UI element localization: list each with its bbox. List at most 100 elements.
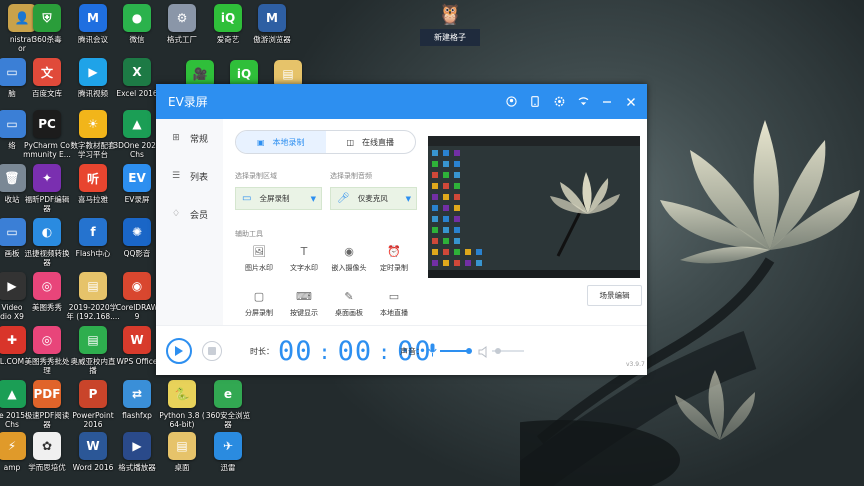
stop-record-button[interactable] xyxy=(202,341,222,361)
play-icon xyxy=(175,346,183,356)
stop-icon xyxy=(208,347,216,355)
app-icon: ⚙ xyxy=(168,4,196,32)
app-icon: PDF xyxy=(33,380,61,408)
volume-label: 声音： xyxy=(400,347,424,356)
area-select[interactable]: ▭ 全屏录制 ▼ xyxy=(235,187,322,210)
phone-icon[interactable] xyxy=(527,94,543,110)
embed-camera-icon: ◉ xyxy=(344,244,354,258)
desktop-icon-label: 360安全浏览 器 xyxy=(205,411,251,429)
tool-label: 桌面画板 xyxy=(335,309,363,317)
tools-label: 辅助工具 xyxy=(235,230,263,238)
sidebar-item-label: 会员 xyxy=(190,210,209,221)
close-icon[interactable] xyxy=(623,94,639,110)
sidebar-item-label: 常规 xyxy=(190,134,209,145)
desktop-icon[interactable]: ✈ 迅雷 xyxy=(198,432,258,486)
version-label: v3.9.7 xyxy=(626,361,645,368)
app-icon: ◐ xyxy=(33,218,61,246)
app-icon: e xyxy=(214,380,242,408)
app-icon: W xyxy=(79,432,107,460)
app-icon: X xyxy=(123,58,151,86)
app-icon: ✦ xyxy=(33,164,61,192)
app-icon: ◎ xyxy=(33,326,61,354)
start-record-button[interactable] xyxy=(166,338,192,364)
tool-embed-camera[interactable]: ◉ 嵌入摄像头 xyxy=(325,243,373,279)
app-icon: 文 xyxy=(33,58,61,86)
tool-split-screen[interactable]: ▢ 分屏录制 xyxy=(235,288,283,324)
app-icon: 听 xyxy=(79,164,107,192)
text-watermark-icon: T xyxy=(300,244,308,258)
sidebar-item-label: 列表 xyxy=(190,172,209,183)
window-title: EV录屏 xyxy=(168,95,208,109)
desktop-icon[interactable]: e 360安全浏览 器 xyxy=(198,380,258,434)
duration-label: 时长： xyxy=(250,347,274,356)
app-icon: ▲ xyxy=(123,110,151,138)
chevron-down-icon: ▼ xyxy=(405,194,411,203)
title-bar[interactable]: EV录屏 xyxy=(156,84,647,119)
desktop-icon-label: 傲游浏览器 xyxy=(253,35,291,44)
list-icon: ☰ xyxy=(171,171,181,181)
audio-select[interactable]: 🎤︎ 仅麦克风 ▼ xyxy=(330,187,417,210)
area-select-value: 全屏录制 xyxy=(259,194,290,203)
microphone-volume-slider[interactable] xyxy=(440,348,472,354)
owl-icon: 🦉 xyxy=(437,2,463,26)
app-icon: 🐍 xyxy=(168,380,196,408)
sidebar: ⊞ 常规 ☰ 列表 ♢ 会员 xyxy=(156,119,223,325)
speaker-icon[interactable] xyxy=(478,343,489,362)
image-watermark-icon: 🖼 xyxy=(252,244,266,258)
app-icon: ● xyxy=(123,4,151,32)
desktop-icon[interactable]: M 傲游浏览器 xyxy=(242,4,302,58)
sidebar-item-member[interactable]: ♢ 会员 xyxy=(156,195,223,233)
tool-desktop-board[interactable]: ✎ 桌面画板 xyxy=(325,288,373,324)
tool-label: 分屏录制 xyxy=(245,309,273,317)
tool-text-watermark[interactable]: T 文字水印 xyxy=(280,243,328,279)
desktop-icon-new-grid[interactable]: 🦉 新建格子 xyxy=(400,2,500,46)
app-icon: ▤ xyxy=(79,326,107,354)
diamond-icon: ♢ xyxy=(171,209,181,219)
app-icon: PC xyxy=(33,110,61,138)
sidebar-item-list[interactable]: ☰ 列表 xyxy=(156,157,223,195)
app-icon: M xyxy=(79,4,107,32)
tool-label: 文字水印 xyxy=(290,264,318,272)
grid-icon: ⊞ xyxy=(172,133,180,143)
app-icon: W xyxy=(123,326,151,354)
wifi-icon[interactable] xyxy=(575,94,591,110)
tool-label: 嵌入摄像头 xyxy=(331,264,367,272)
app-icon: ◉ xyxy=(123,272,151,300)
key-display-icon: ⌨ xyxy=(296,289,312,303)
desktop-icon-label: 迅雷 xyxy=(220,463,236,472)
tab-local-record[interactable]: ▣ 本地录制 xyxy=(236,131,326,153)
monitor-icon: ▣ xyxy=(256,137,265,147)
microphone-icon: 🎤︎ xyxy=(337,193,350,204)
microphone-icon[interactable] xyxy=(428,342,437,361)
local-live-icon: ▭ xyxy=(388,289,400,303)
screen-preview xyxy=(428,136,640,278)
app-icon: ⇄ xyxy=(123,380,151,408)
tool-image-watermark[interactable]: 🖼 图片水印 xyxy=(235,243,283,279)
tool-timed-record[interactable]: ⏰ 定时录制 xyxy=(370,243,418,279)
scene-edit-button[interactable]: 场景编辑 xyxy=(587,285,642,306)
tab-live-stream[interactable]: ◫ 在线直播 xyxy=(326,131,416,153)
app-icon: iQ xyxy=(214,4,242,32)
desktop-board-icon: ✎ xyxy=(344,289,354,303)
audio-label: 选择录制音频 xyxy=(330,172,372,180)
app-icon: ▶ xyxy=(123,432,151,460)
split-screen-icon: ▢ xyxy=(253,289,265,303)
tool-local-live[interactable]: ▭ 本地直播 xyxy=(370,288,418,324)
user-icon[interactable] xyxy=(503,94,519,110)
speaker-volume-slider[interactable] xyxy=(492,348,524,354)
ev-recorder-window: EV录屏 ⊞ 常规 ☰ 列表 ♢ 会员 ▣ 本地录制 ◫ 在线直播 选择录制区域… xyxy=(156,84,647,375)
mode-tabs: ▣ 本地录制 ◫ 在线直播 xyxy=(235,130,416,154)
chevron-down-icon: ▼ xyxy=(310,194,316,203)
settings-icon[interactable] xyxy=(551,94,567,110)
tool-label: 图片水印 xyxy=(245,264,273,272)
tool-key-display[interactable]: ⌨ 按键显示 xyxy=(280,288,328,324)
tool-label: 本地直播 xyxy=(380,309,408,317)
monitor-icon: ▭ xyxy=(242,193,252,204)
minimize-icon[interactable] xyxy=(599,94,615,110)
sidebar-item-general[interactable]: ⊞ 常规 xyxy=(156,119,223,157)
app-icon: P xyxy=(79,380,107,408)
app-icon: ◎ xyxy=(33,272,61,300)
app-icon: ✺ xyxy=(123,218,151,246)
app-icon: ▤ xyxy=(79,272,107,300)
duration-hours: 00 xyxy=(278,336,313,367)
